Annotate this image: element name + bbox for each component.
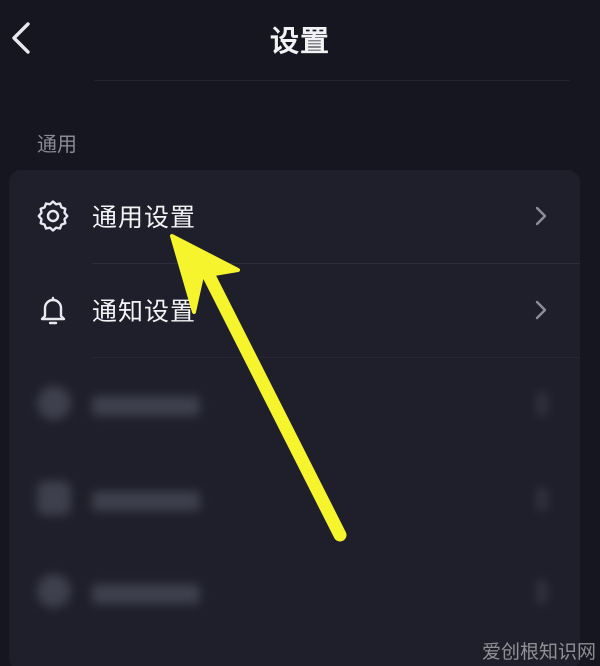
general-settings-item[interactable]: 通用设置 <box>9 170 580 262</box>
header: 设置 <box>0 0 600 82</box>
blurred-icon <box>37 574 71 608</box>
section-label-general: 通用 <box>37 132 77 156</box>
row-divider <box>92 357 580 358</box>
page-title: 设置 <box>269 24 330 58</box>
blurred-chevron-icon <box>537 580 547 604</box>
blurred-label <box>92 584 200 604</box>
blurred-settings-item[interactable] <box>9 455 580 547</box>
settings-screen: 设置 通用 通用设置 通知设置 爱创根知识网 <box>0 0 600 666</box>
header-divider <box>94 80 570 81</box>
blurred-settings-item[interactable] <box>9 548 580 640</box>
settings-card: 通用设置 通知设置 <box>9 170 580 666</box>
general-settings-label: 通用设置 <box>92 203 197 232</box>
bell-icon <box>40 296 66 325</box>
chevron-right-icon <box>535 206 547 226</box>
blurred-chevron-icon <box>537 392 547 416</box>
blurred-icon <box>37 386 71 420</box>
watermark: 爱创根知识网 <box>481 641 596 663</box>
notification-settings-label: 通知设置 <box>92 297 197 326</box>
blurred-settings-item[interactable] <box>9 360 580 452</box>
blurred-icon <box>37 481 71 515</box>
blurred-label <box>92 491 200 511</box>
gear-icon <box>37 200 69 232</box>
blurred-chevron-icon <box>537 487 547 511</box>
chevron-right-icon <box>535 300 547 320</box>
notification-settings-item[interactable]: 通知设置 <box>9 264 580 356</box>
blurred-label <box>92 396 200 416</box>
